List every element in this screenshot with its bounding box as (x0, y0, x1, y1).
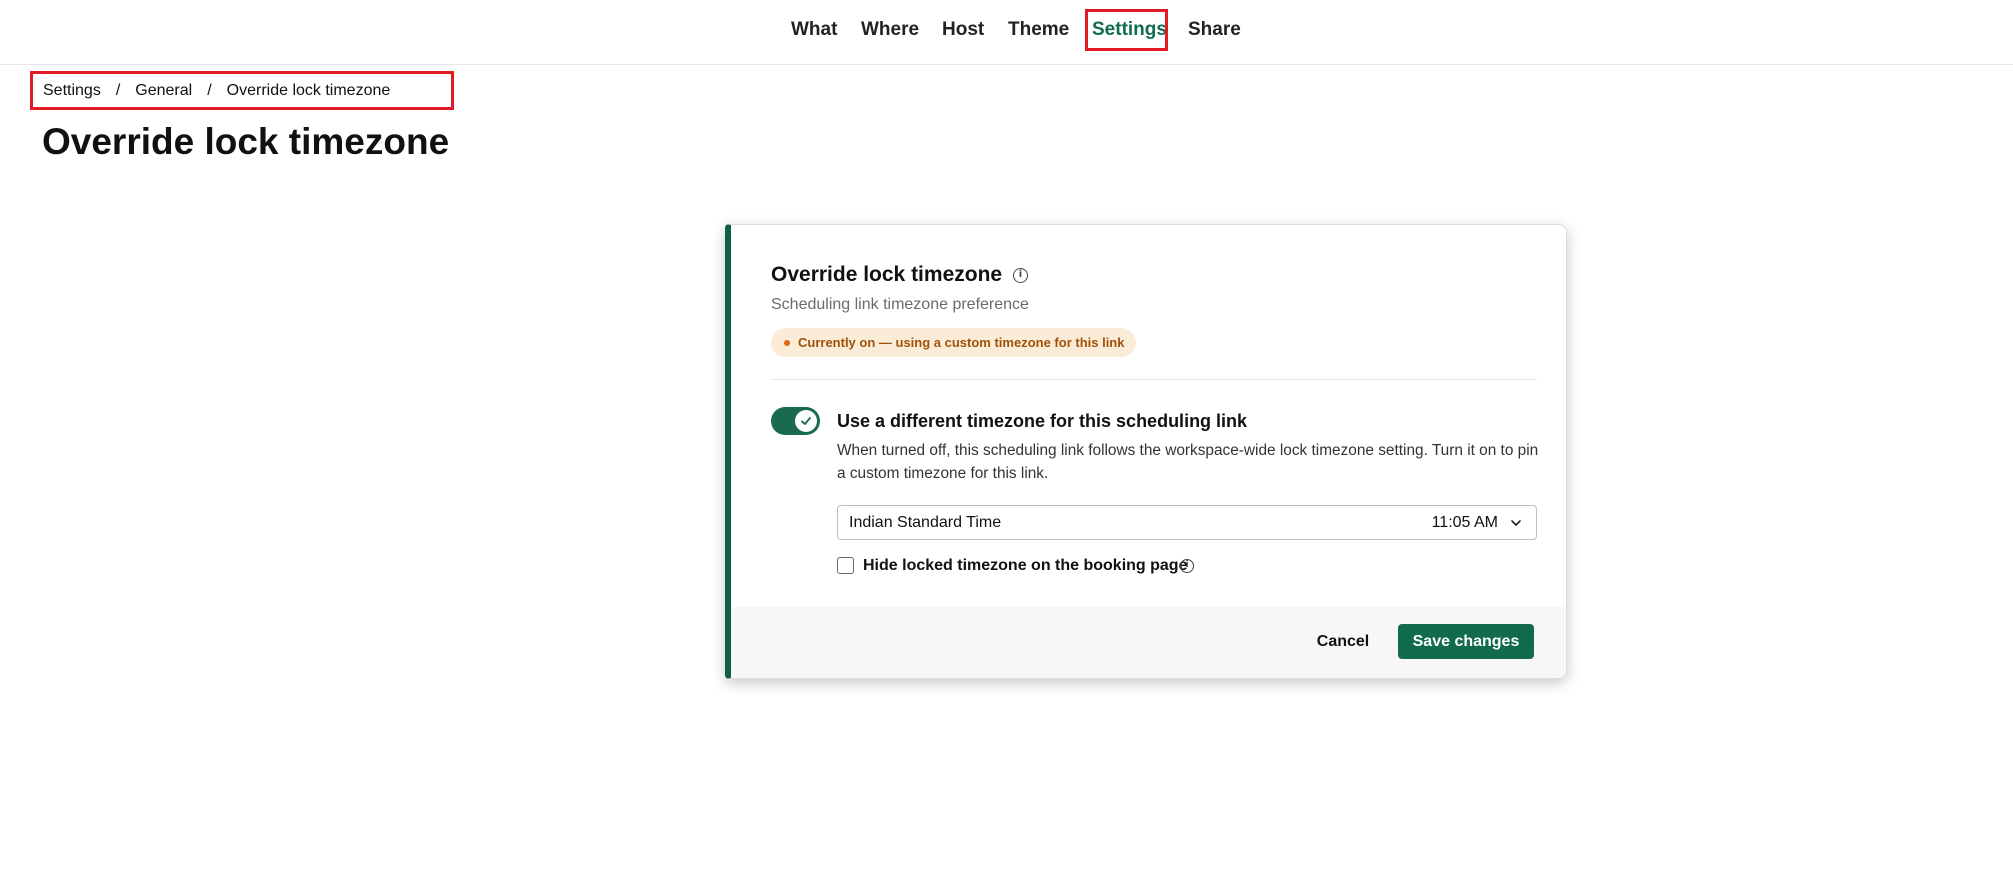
checkbox-info-icon[interactable]: i (1180, 559, 1194, 573)
settings-card: Override lock timezone i Scheduling link… (725, 224, 1567, 679)
card-subtitle: Scheduling link timezone preference (771, 296, 1029, 313)
nav-tab-theme[interactable]: Theme (1008, 0, 1069, 60)
status-dot-icon (784, 340, 790, 346)
option-label: Use a different timezone for this schedu… (837, 411, 1248, 431)
nav-tab-what[interactable]: What (791, 0, 837, 60)
nav-highlight-outline (1085, 9, 1168, 51)
breadcrumb-separator: / (207, 82, 212, 99)
option-description: When turned off, this scheduling link fo… (837, 442, 1539, 482)
breadcrumb-item-current: Override lock timezone (226, 82, 391, 99)
top-nav: What Where Host Theme Settings Share (0, 0, 2013, 65)
hide-timezone-checkbox-label[interactable]: Hide locked timezone on the booking page (863, 555, 1187, 577)
timezone-select-time: 11:05 AM (1431, 514, 1498, 531)
nav-tab-share[interactable]: Share (1188, 0, 1241, 60)
divider (771, 379, 1537, 380)
status-badge-text: Currently on — using a custom timezone f… (798, 335, 1125, 350)
timezone-select-value: Indian Standard Time (849, 514, 1002, 531)
nav-tab-host[interactable]: Host (942, 0, 984, 60)
card-title: Override lock timezone i (771, 261, 1028, 289)
check-icon (801, 417, 811, 425)
breadcrumb-item-general[interactable]: General (135, 81, 192, 101)
status-badge: Currently on — using a custom timezone f… (771, 328, 1137, 357)
toggle-knob (795, 410, 817, 432)
breadcrumb-separator: / (115, 82, 121, 99)
chevron-down-icon (1511, 520, 1521, 526)
page-title: Override lock timezone (42, 121, 450, 162)
timezone-select[interactable]: Indian Standard Time 11:05 AM (837, 505, 1537, 540)
timezone-override-toggle[interactable] (771, 407, 820, 435)
save-changes-button[interactable]: Save changes (1398, 624, 1534, 659)
breadcrumb: Settings / General / Override lock timezone (43, 81, 390, 101)
cancel-button[interactable]: Cancel (1312, 624, 1374, 659)
card-footer: Cancel Save changes (731, 607, 1566, 678)
info-icon[interactable]: i (1013, 268, 1028, 283)
hide-timezone-checkbox[interactable] (837, 557, 854, 574)
card-title-text: Override lock timezone (771, 263, 1003, 286)
breadcrumb-item-settings[interactable]: Settings (43, 81, 101, 101)
nav-tab-where[interactable]: Where (861, 0, 919, 60)
